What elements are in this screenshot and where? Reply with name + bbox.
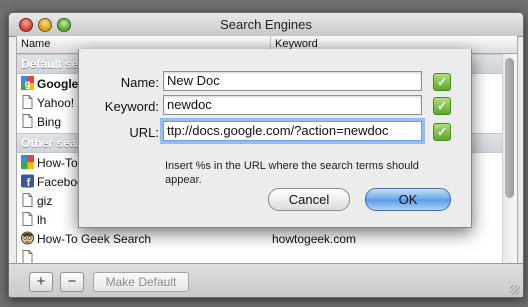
page-icon — [22, 193, 33, 207]
row-name: Google — [37, 77, 79, 91]
window-title: Search Engines — [220, 17, 312, 32]
facebook-icon: f — [21, 174, 34, 188]
row-name: Yahoo! — [37, 96, 75, 110]
table-row[interactable] — [17, 248, 517, 263]
keyword-label: Keyword: — [104, 99, 159, 114]
page-icon — [22, 212, 33, 226]
make-default-button[interactable]: Make Default — [93, 272, 189, 292]
add-button[interactable]: + — [29, 272, 53, 292]
row-keyword: howtogeek.com — [272, 232, 357, 246]
bottom-toolbar: + − Make Default — [9, 263, 523, 297]
page-icon — [22, 114, 33, 128]
cancel-button[interactable]: Cancel — [268, 188, 350, 211]
url-hint: Insert %s in the URL where the search te… — [165, 160, 419, 186]
page-icon — [22, 250, 33, 263]
svg-text:g: g — [24, 79, 30, 90]
vertical-scrollbar[interactable] — [502, 54, 517, 263]
htg-avatar-icon — [21, 231, 34, 245]
ok-button[interactable]: OK — [365, 188, 451, 211]
keyword-field[interactable]: newdoc — [163, 95, 422, 115]
search-engines-window: Search Engines Name Keyword Default sear… — [8, 12, 524, 298]
row-name: Bing — [37, 115, 62, 129]
google-icon — [21, 155, 34, 169]
scrollbar-thumb[interactable] — [505, 58, 514, 198]
url-label: URL: — [129, 125, 159, 140]
url-field[interactable]: ttp://docs.google.com/?action=newdoc — [163, 121, 422, 141]
title-bar[interactable]: Search Engines — [9, 13, 523, 37]
resize-grip[interactable] — [510, 285, 520, 295]
google-icon: g — [21, 76, 34, 90]
svg-text:f: f — [27, 177, 31, 188]
column-header-name[interactable]: Name — [21, 38, 50, 50]
name-label: Name: — [120, 75, 159, 90]
table-row[interactable]: How-To Geek Search howtogeek.com — [17, 229, 517, 248]
row-name: How-To Geek Search — [37, 232, 152, 246]
keyword-valid-check-icon: ✓ — [433, 97, 451, 115]
name-field[interactable]: New Doc — [163, 71, 422, 91]
page-icon — [22, 95, 33, 109]
row-name: giz — [37, 194, 53, 208]
remove-button[interactable]: − — [60, 272, 84, 292]
url-valid-check-icon: ✓ — [433, 123, 451, 141]
edit-search-engine-dialog: Name: New Doc ✓ Keyword: newdoc ✓ URL: t… — [78, 49, 472, 228]
row-name: lh — [37, 213, 47, 227]
name-valid-check-icon: ✓ — [433, 73, 451, 91]
